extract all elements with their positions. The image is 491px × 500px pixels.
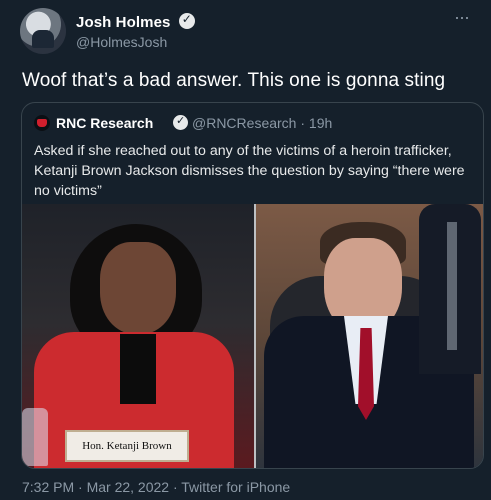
quote-media[interactable]: Hon. Ketanji Brown Jackson [22,204,483,468]
left-image[interactable]: Hon. Ketanji Brown Jackson [22,204,254,468]
author-name-text[interactable]: Josh Holmes [76,14,170,31]
avatar[interactable] [20,8,66,54]
tweet-text: Woof that’s a bad answer. This one is go… [22,70,446,91]
water-bottle [22,408,48,466]
quoted-tweet[interactable]: RNC Research @RNCResearch · 19h Asked if… [21,102,484,469]
verified-icon [173,114,188,130]
shirt [120,334,156,404]
quote-text: Asked if she reached out to any of the v… [34,143,465,199]
nameplate: Hon. Ketanji Brown Jackson [65,430,189,462]
more-icon[interactable]: ··· [454,8,472,30]
tweet-header: Josh Holmes @HolmesJosh ··· [20,8,480,58]
face [100,242,176,334]
author-name[interactable]: Josh Holmes [76,12,195,31]
quote-author-name[interactable]: RNC Research [56,115,153,131]
tweet-footer: 7:32 PM · Mar 22, 2022 · Twitter for iPh… [22,479,291,495]
verified-icon [178,12,195,29]
tie [358,328,374,420]
rnc-logo-icon [34,115,50,131]
author-handle[interactable]: @HolmesJosh [76,34,167,50]
quote-author-handle[interactable]: @RNCResearch · 19h [192,115,332,131]
right-image[interactable] [256,204,483,468]
background-person [419,204,481,374]
